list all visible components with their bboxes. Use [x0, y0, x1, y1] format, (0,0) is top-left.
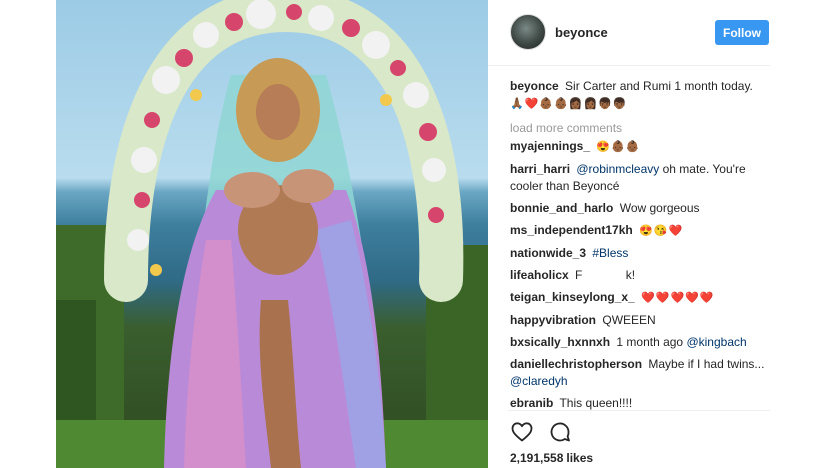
comment-text: 1 month ago: [616, 335, 684, 349]
comment-mention[interactable]: @robinmcleavy: [576, 162, 659, 176]
comment-icon[interactable]: [548, 420, 572, 444]
comment-text: This queen!!!!: [559, 396, 633, 410]
comment-text: Maybe if I had twins...: [648, 357, 765, 371]
likes-label: likes: [566, 451, 594, 465]
post-header: beyonce Follow: [488, 0, 770, 66]
comment-username[interactable]: lifeaholicx: [510, 268, 569, 282]
comments-list: beyonce Sir Carter and Rumi 1 month toda…: [510, 78, 768, 417]
likes-number: 2,191,558: [510, 451, 564, 465]
comment-item: harri_harri @robinmcleavy oh mate. You'r…: [510, 161, 768, 195]
comment-item: lifeaholicx F k!: [510, 267, 768, 284]
comment-text: QWEEEN: [602, 313, 656, 327]
post-caption: beyonce Sir Carter and Rumi 1 month toda…: [510, 78, 768, 113]
comment-username[interactable]: ebranib: [510, 396, 553, 410]
load-more-comments-link[interactable]: load more comments: [510, 120, 768, 137]
post-photo-illustration: [56, 0, 488, 468]
header-username[interactable]: beyonce: [555, 25, 608, 40]
caption-text: Sir Carter and Rumi 1 month today.: [565, 79, 753, 93]
comment-emojis: ❤️❤️❤️❤️❤️: [641, 292, 715, 304]
heart-icon[interactable]: [510, 420, 534, 444]
comment-item: bxsically_hxnnxh 1 month ago @kingbach: [510, 334, 768, 351]
comment-username[interactable]: myajennings_: [510, 139, 590, 153]
comment-mention[interactable]: @kingbach: [686, 335, 746, 349]
comment-emojis: 😍👶🏾👶🏾: [596, 141, 641, 153]
likes-count[interactable]: 2,191,558 likes: [510, 451, 593, 465]
caption-username[interactable]: beyonce: [510, 79, 559, 93]
caption-emojis: 🙏🏾❤️👶🏾👶🏾👩🏾👩🏾👦🏾👦🏾: [510, 98, 628, 110]
comment-item: happyvibration QWEEEN: [510, 312, 768, 329]
comment-hashtag[interactable]: #Bless: [592, 246, 628, 260]
comment-emojis: 😍😘❤️: [639, 225, 684, 237]
comment-username[interactable]: harri_harri: [510, 162, 570, 176]
comment-username[interactable]: ms_independent17kh: [510, 223, 633, 237]
comment-item: daniellechristopherson Maybe if I had tw…: [510, 356, 768, 390]
comment-text: F k!: [575, 268, 636, 282]
comment-item: ms_independent17kh 😍😘❤️: [510, 222, 768, 240]
comment-item: teigan_kinseylong_x_ ❤️❤️❤️❤️❤️: [510, 289, 768, 307]
avatar[interactable]: [510, 14, 546, 50]
comment-username[interactable]: nationwide_3: [510, 246, 586, 260]
comment-item: bonnie_and_harlo Wow gorgeous: [510, 200, 768, 217]
follow-button[interactable]: Follow: [715, 20, 769, 45]
comment-username[interactable]: daniellechristopherson: [510, 357, 642, 371]
comment-username[interactable]: teigan_kinseylong_x_: [510, 290, 635, 304]
post-photo[interactable]: [56, 0, 488, 468]
comment-username[interactable]: bxsically_hxnnxh: [510, 335, 610, 349]
comment-item: nationwide_3 #Bless: [510, 245, 768, 262]
actions-divider: [508, 410, 770, 411]
comment-text: Wow gorgeous: [619, 201, 700, 215]
comment-mention[interactable]: @claredyh: [510, 374, 568, 388]
comment-username[interactable]: bonnie_and_harlo: [510, 201, 613, 215]
post-actions: [510, 420, 572, 444]
post-side-panel: beyonce Follow beyonce Sir Carter and Ru…: [488, 0, 830, 468]
comment-username[interactable]: happyvibration: [510, 313, 596, 327]
comment-item: myajennings_ 😍👶🏾👶🏾: [510, 138, 768, 156]
